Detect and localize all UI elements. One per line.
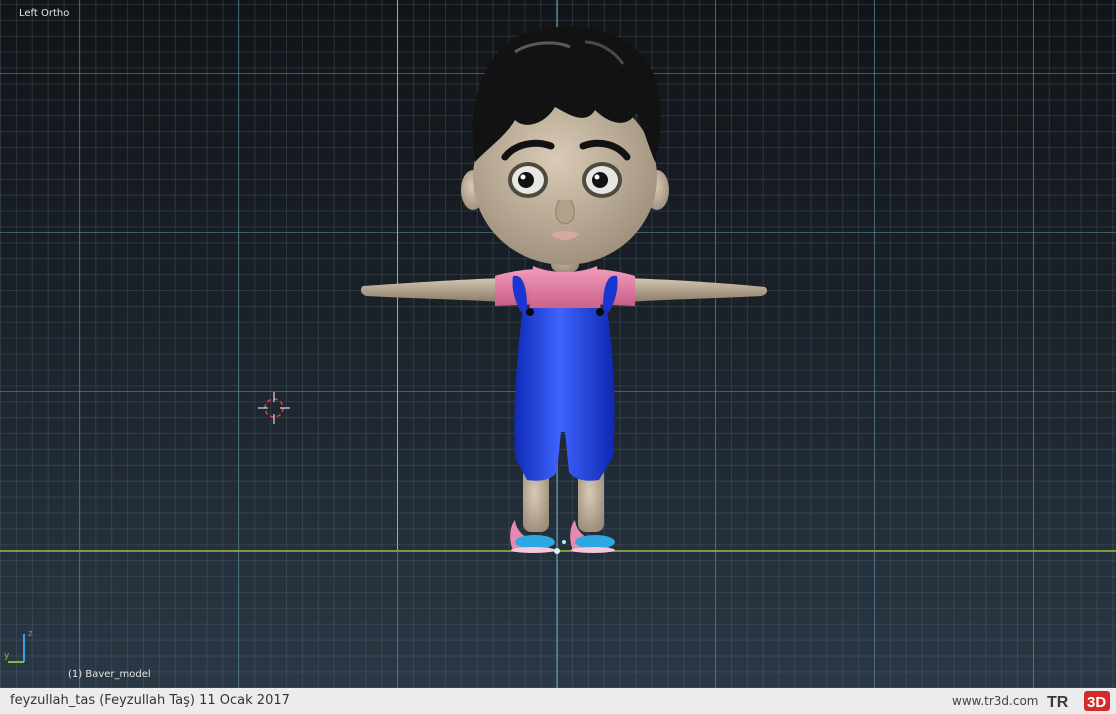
view-label: Left Ortho bbox=[19, 8, 70, 19]
svg-text:TR: TR bbox=[1047, 694, 1069, 711]
y-axis-label: y bbox=[4, 651, 10, 661]
character-model[interactable] bbox=[355, 12, 775, 562]
active-object-label: (1) Baver_model bbox=[68, 669, 151, 680]
footer-bar: feyzullah_tas (Feyzullah Taş) 11 Ocak 20… bbox=[0, 688, 1116, 714]
3d-cursor-icon[interactable] bbox=[258, 392, 290, 424]
origin-marker-icon bbox=[554, 540, 566, 554]
z-axis-label: z bbox=[28, 629, 33, 639]
svg-text:3D: 3D bbox=[1087, 694, 1106, 711]
site-link[interactable]: www.tr3d.com bbox=[952, 694, 1039, 708]
author-credit: feyzullah_tas (Feyzullah Taş) 11 Ocak 20… bbox=[10, 693, 290, 708]
3d-viewport[interactable]: Left Ortho z y (1) Baver_model bbox=[0, 0, 1116, 688]
tr3d-logo-icon: TR 3D bbox=[1047, 691, 1110, 711]
axes-orientation-widget: z y bbox=[4, 629, 33, 663]
